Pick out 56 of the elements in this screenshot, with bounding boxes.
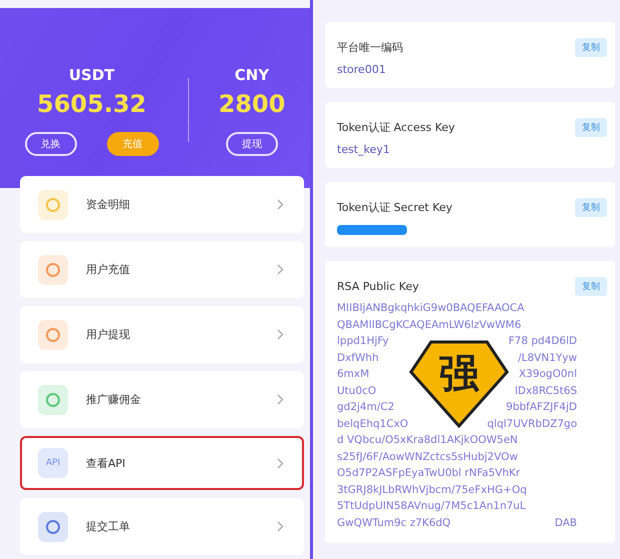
field-label: 平台唯一编码 — [337, 40, 403, 55]
key-text: 6mxM — [337, 367, 370, 382]
menu-label: 提交工单 — [86, 519, 131, 534]
key-text: gd2j4m/C2 — [337, 400, 394, 415]
menu-item[interactable]: 用户充值 — [20, 241, 304, 298]
balance-amount: 5605.32 — [37, 90, 146, 118]
currency-label: CNY — [234, 66, 270, 84]
menu-label: 推广赚佣金 — [86, 392, 142, 407]
menu-label: 资金明细 — [86, 197, 131, 212]
key-text: /L8VN1Yyw — [518, 350, 577, 366]
key-text: qlql7UVRbDZ7go — [487, 416, 577, 432]
key-text: d VQbcu/O5xKra8dl1AKjkOOW5eN — [337, 433, 518, 448]
key-text: s25fJ/6F/AowWNZctcs5sHubj2VOw — [337, 450, 518, 464]
chevron-icon — [277, 394, 284, 405]
key-text: 9bbfAFZJF4jD — [506, 400, 577, 415]
key-text: O5d7P2ASFpEyaTwU0bl rNFa5VhKr — [337, 466, 520, 481]
chevron-icon — [277, 199, 284, 210]
action-button[interactable]: 提现 — [226, 132, 278, 156]
key-text: 3tGRJ8kJLbRWhVjbcm/75eFxHG+Oq — [337, 482, 527, 498]
key-text: lppd1HjFy — [337, 334, 389, 349]
copy-button[interactable]: 复制 — [575, 118, 607, 137]
api-icon: API — [38, 448, 68, 478]
field-label: Token认证 Secret Key — [337, 200, 452, 215]
key-text: F78 pd4D6lD — [508, 334, 577, 349]
key-text: DAB — [554, 516, 577, 530]
chevron-icon — [277, 329, 284, 340]
menu-label: 用户充值 — [86, 262, 131, 277]
copy-button[interactable]: 复制 — [575, 198, 607, 217]
key-text: DxfWhh — [337, 350, 379, 366]
menu-item[interactable]: API 查看API — [20, 436, 304, 490]
key-text: GwQWTum9c z7K6dQ — [337, 516, 451, 530]
currency-label: USDT — [68, 66, 115, 84]
action-button[interactable]: 兑换 — [24, 132, 77, 156]
key-text: lDx8RC5t6S — [514, 384, 577, 398]
field-label: RSA Public Key — [337, 280, 419, 293]
key-text: X39ogO0nl — [518, 367, 577, 382]
copy-button[interactable]: 复制 — [575, 277, 607, 296]
field-value: test_key1 — [337, 143, 391, 156]
menu-label: 查看API — [86, 456, 126, 470]
key-text: Utu0cO — [337, 384, 376, 398]
copy-button[interactable]: 复制 — [575, 38, 607, 57]
menu-item[interactable]: 用户提现 — [20, 306, 304, 363]
menu-item[interactable]: 资金明细 — [20, 176, 304, 233]
menu-label: 用户提现 — [86, 327, 131, 342]
field-value: store001 — [337, 63, 387, 76]
key-text: belqEhq1CxO — [337, 416, 408, 432]
key-text: 5TtUdpUIN58AVnug/7M5c1An1n7uL — [337, 499, 526, 514]
chevron-icon — [277, 521, 284, 532]
field-label: Token认证 Access Key — [337, 120, 455, 135]
menu-item[interactable]: 提交工单 — [20, 498, 304, 555]
key-text: QBAMIIBCgKCAQEAmLW6lzVwWM6 — [337, 318, 522, 332]
menu-item[interactable]: 推广赚佣金 — [20, 371, 304, 428]
key-text: MIIBIjANBgkqhkiG9w0BAQEFAAOCA — [337, 301, 524, 316]
chevron-icon — [277, 264, 284, 275]
balance-amount: 2800 — [218, 90, 286, 118]
chevron-icon — [277, 458, 284, 468]
